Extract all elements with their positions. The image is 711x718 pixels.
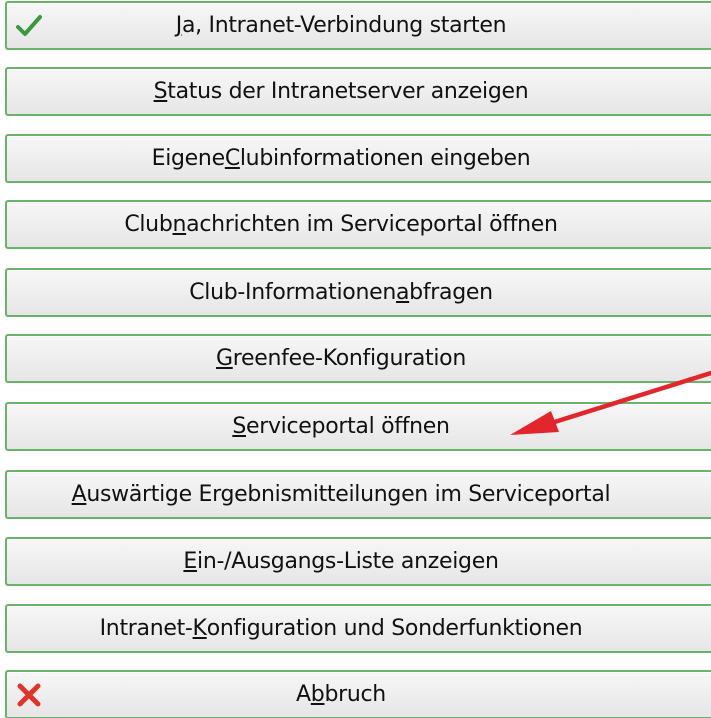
intranet-config-button[interactable]: Intranet- Konfiguration und Sonderfunktio…	[5, 604, 711, 653]
club-messages-button[interactable]: Club n achrichten im Serviceportal öffnen	[5, 200, 711, 249]
button-label: Club-Informationen a bfragen	[189, 280, 493, 305]
button-label: Serviceportal öffnen	[232, 414, 450, 439]
server-status-button[interactable]: Status der Intranetserver anzeigen	[5, 67, 711, 116]
intranet-menu: Ja, Intranet-Verbindung starten Status d…	[0, 0, 711, 718]
greenfee-config-button[interactable]: Greenfee-Konfiguration	[5, 334, 711, 383]
button-label: Eigene Clubinformationen eingeben	[151, 146, 531, 171]
club-info-query-button[interactable]: Club-Informationen a bfragen	[5, 268, 711, 317]
external-results-button[interactable]: Auswärtige Ergebnismitteilungen im Servi…	[5, 470, 711, 519]
cancel-button[interactable]: Ab bruch	[5, 670, 711, 718]
club-info-input-button[interactable]: Eigene Clubinformationen eingeben	[5, 134, 711, 183]
button-label: Ja, Intranet-Verbindung starten	[175, 13, 507, 38]
start-connection-button[interactable]: Ja, Intranet-Verbindung starten	[5, 1, 711, 50]
button-label: Greenfee-Konfiguration	[216, 346, 466, 371]
button-label: Club n achrichten im Serviceportal öffnen	[124, 212, 558, 237]
button-label: Ab bruch	[296, 682, 386, 707]
in-out-list-button[interactable]: Ein-/Ausgangs-Liste anzeigen	[5, 537, 711, 586]
button-label: Status der Intranetserver anzeigen	[153, 79, 529, 104]
button-label: Auswärtige Ergebnismitteilungen im Servi…	[71, 482, 611, 507]
button-label: Intranet- Konfiguration und Sonderfunktio…	[99, 616, 583, 641]
button-label: Ein-/Ausgangs-Liste anzeigen	[183, 549, 499, 574]
serviceportal-button[interactable]: Serviceportal öffnen	[5, 402, 711, 451]
